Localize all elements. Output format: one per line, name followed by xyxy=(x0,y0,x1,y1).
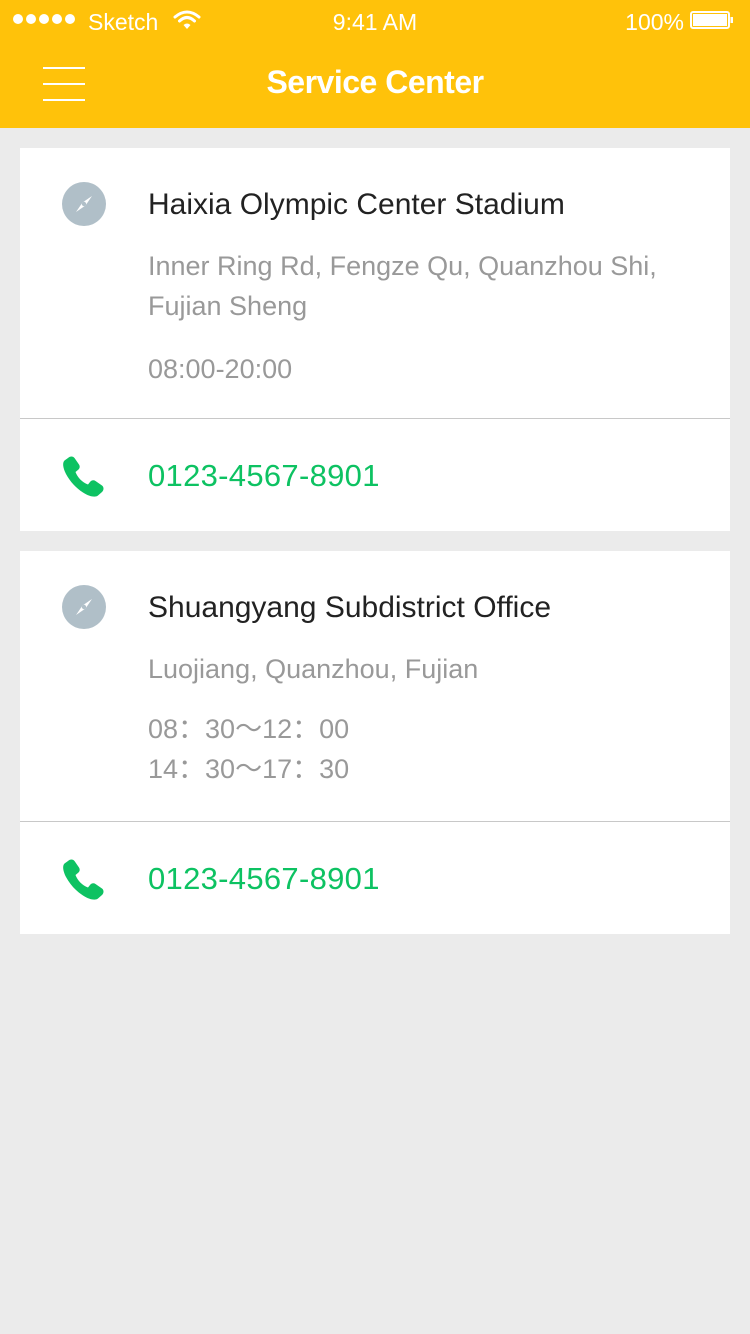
navigation-bar: Service Center xyxy=(0,40,750,128)
phone-row[interactable]: 0123-4567-8901 xyxy=(20,822,730,932)
center-name: Shuangyang Subdistrict Office xyxy=(148,591,552,624)
phone-number-link[interactable]: 0123-4567-8901 xyxy=(148,861,380,897)
center-address: Luojiang, Quanzhou, Fujian xyxy=(148,654,479,684)
compass-icon xyxy=(62,585,106,629)
service-center-card: Shuangyang Subdistrict Office Luojiang, … xyxy=(20,551,730,934)
compass-icon xyxy=(62,182,106,226)
center-name: Haixia Olympic Center Stadium xyxy=(148,188,565,221)
center-hours: 08:00-20:00 xyxy=(148,354,293,384)
center-hours-morning: 08：30～12：00 xyxy=(148,714,350,744)
center-info: Shuangyang Subdistrict Office Luojiang, … xyxy=(20,551,730,821)
service-center-card: Haixia Olympic Center Stadium Inner Ring… xyxy=(20,148,730,531)
center-address: Inner Ring Rd, Fengze Qu, Quanzhou Shi, … xyxy=(148,251,657,321)
center-info: Haixia Olympic Center Stadium Inner Ring… xyxy=(20,148,730,418)
page-title: Service Center xyxy=(266,64,484,100)
phone-row[interactable]: 0123-4567-8901 xyxy=(20,419,730,529)
status-bar: Sketch 9:41 AM 100% xyxy=(0,0,750,40)
phone-icon xyxy=(63,859,104,900)
battery-percentage: 100% xyxy=(625,9,684,35)
phone-number-link[interactable]: 0123-4567-8901 xyxy=(148,458,380,494)
phone-icon xyxy=(63,456,104,497)
header-bar: Sketch 9:41 AM 100% Service Center xyxy=(0,0,750,128)
battery-icon xyxy=(690,11,733,29)
center-hours-afternoon: 14：30～17：30 xyxy=(148,754,350,784)
